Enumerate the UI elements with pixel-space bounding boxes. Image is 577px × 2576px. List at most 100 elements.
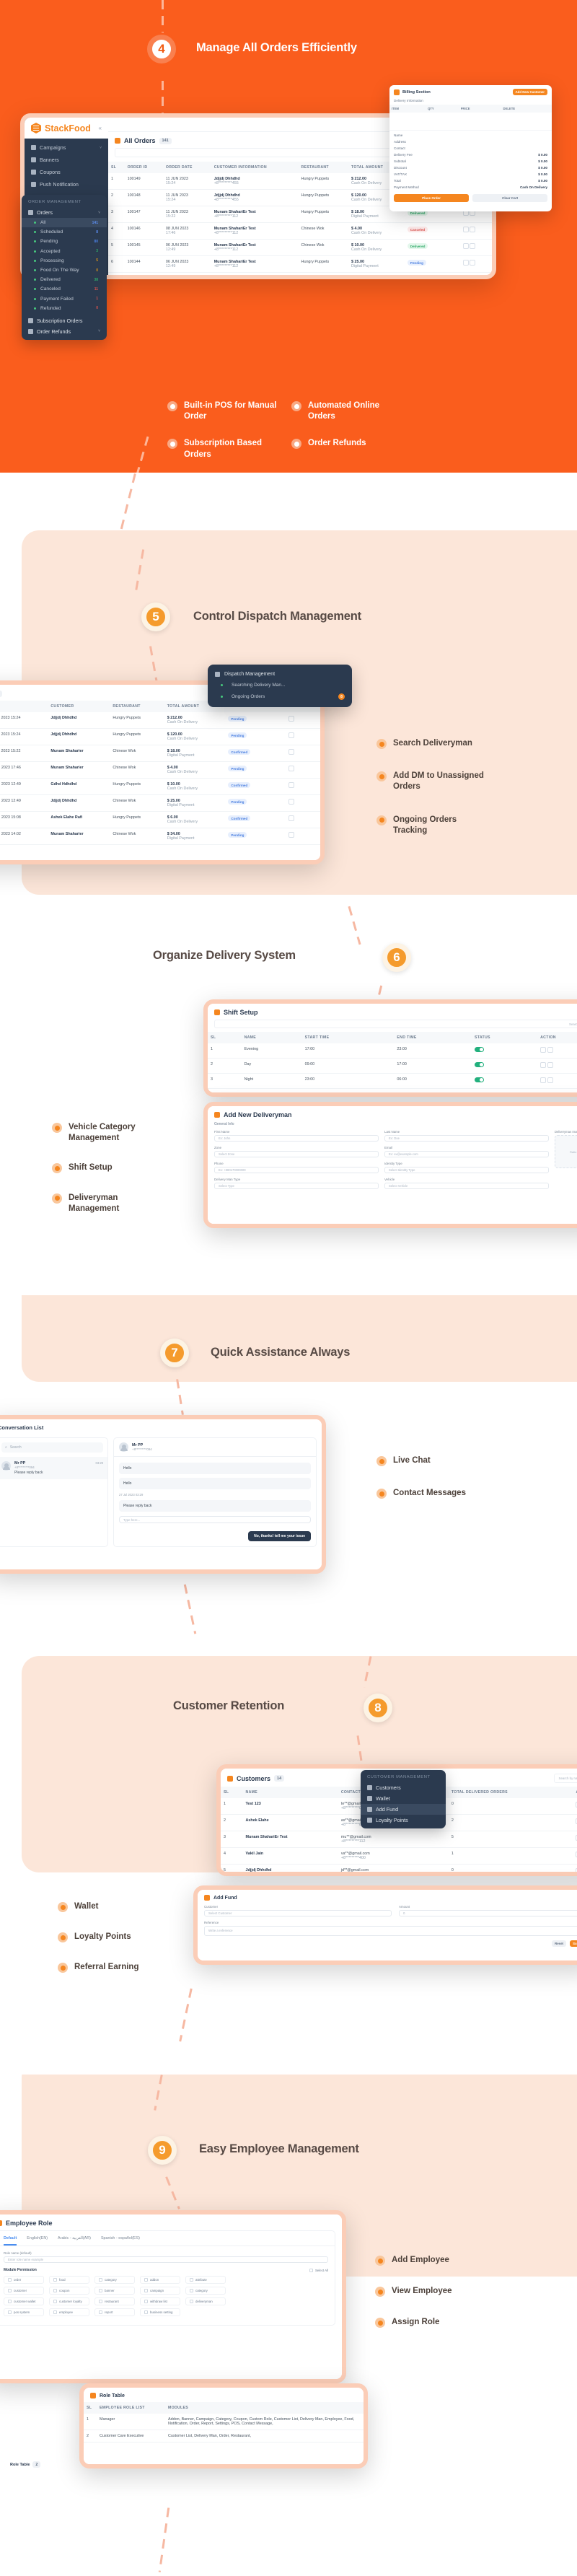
table-row[interactable]: 3 Night 23:00 06:00 bbox=[208, 1073, 577, 1089]
cell-action[interactable] bbox=[459, 222, 492, 240]
permission-report[interactable]: report bbox=[94, 2308, 135, 2316]
fund-reference-input[interactable]: Write a reference bbox=[204, 1926, 577, 1936]
ongoing-orders-item[interactable]: Ongoing Orders 8 bbox=[208, 691, 352, 703]
pos-field-contact[interactable]: Contact bbox=[389, 145, 552, 152]
cell-action[interactable] bbox=[537, 1073, 577, 1089]
cell-action[interactable] bbox=[537, 1058, 577, 1074]
permission-category[interactable]: category bbox=[185, 2287, 226, 2295]
submenu-item-processing[interactable]: Processing 5 bbox=[22, 256, 107, 266]
submenu-item-delivered[interactable]: Delivered 38 bbox=[22, 275, 107, 284]
table-row[interactable]: 210014811 JUN 2023 15:24Jdjjdj DhhdhdHun… bbox=[0, 728, 320, 745]
permission-customer-loyalty[interactable]: customer loyalty bbox=[49, 2297, 89, 2305]
permission-addon[interactable]: addon bbox=[140, 2276, 180, 2284]
table-row[interactable]: 3 Munam ShahariEr Test mu**@gmail.com +8***… bbox=[221, 1831, 577, 1848]
cell-order-id[interactable]: 100146 bbox=[124, 222, 163, 240]
table-row[interactable]: 110014911 JUN 2023 15:24Jdjjdj DhhdhdHun… bbox=[0, 712, 320, 729]
field-input[interactable]: Ex: +880170000000 bbox=[214, 1167, 379, 1173]
col-sl[interactable]: SL bbox=[108, 162, 125, 173]
cell-action[interactable] bbox=[573, 1831, 577, 1848]
col-restaurant[interactable]: RESTAURANT bbox=[110, 701, 164, 712]
pos-field-name[interactable]: Name bbox=[389, 132, 552, 139]
permission-deliveryman[interactable]: deliveryman bbox=[185, 2297, 226, 2305]
table-row[interactable]: 2 Day 09:00 17:00 bbox=[208, 1058, 577, 1074]
cell-action[interactable] bbox=[459, 239, 492, 256]
cell-action[interactable] bbox=[573, 1847, 577, 1865]
submenu-item-accepted[interactable]: Accepted 3 bbox=[22, 247, 107, 256]
chat-search-input[interactable]: Search bbox=[10, 1445, 22, 1450]
deliveryman-image-upload[interactable]: Ratio 1:1 bbox=[555, 1135, 577, 1168]
customer-menu-item-loyalty-points[interactable]: Loyalty Points bbox=[361, 1815, 446, 1826]
tab-arabic[interactable]: Arabic - العربية(AR) bbox=[58, 2236, 91, 2246]
table-row[interactable]: 810014205 JUN 2023 14:02Munam ShaharierC… bbox=[0, 828, 320, 845]
cell-action[interactable] bbox=[285, 745, 320, 762]
payment-method-row[interactable]: Payment Method Cash On Delivery bbox=[389, 184, 552, 190]
field-input[interactable]: Ex: John bbox=[214, 1135, 379, 1142]
searching-delivery-man-item[interactable]: Searching Delivery Man... bbox=[208, 680, 352, 691]
add-customer-button[interactable]: Add New Customer bbox=[512, 89, 547, 95]
cell-order-id[interactable]: 100143 bbox=[124, 272, 163, 275]
table-row[interactable]: 4 100146 08 JUN 2023 17:46 Munam ShahariEr T… bbox=[108, 222, 492, 240]
customer-menu-item-customers[interactable]: Customers bbox=[361, 1782, 446, 1793]
field-input[interactable]: Select Zone bbox=[214, 1151, 379, 1157]
table-row[interactable]: 710014305 JUN 202315:08Gihkkh Igigjv+8**… bbox=[108, 272, 492, 275]
cell-order-id[interactable]: 100144 bbox=[124, 255, 163, 273]
submenu-item-payment-failed[interactable]: Payment Failed 1 bbox=[22, 294, 107, 304]
cell-action[interactable] bbox=[537, 1043, 577, 1059]
chat-input[interactable]: Type here... bbox=[119, 1516, 311, 1523]
dispatch-management-item[interactable]: Dispatch Management bbox=[208, 669, 352, 680]
quick-reply-button[interactable]: No, thanks! tell me your issue bbox=[248, 1531, 311, 1541]
cell-order-id[interactable]: 100148 bbox=[124, 189, 163, 206]
cell-status[interactable] bbox=[472, 1058, 538, 1074]
permission-coupon[interactable]: coupon bbox=[49, 2287, 89, 2295]
sidebar-item-banners[interactable]: Banners bbox=[25, 154, 108, 166]
table-row[interactable]: 2 Customer Care Executive Customer List, D… bbox=[84, 2430, 364, 2443]
submit-button[interactable]: Submit bbox=[570, 1940, 577, 1947]
col-restaurant[interactable]: RESTAURANT bbox=[298, 162, 348, 173]
table-row[interactable]: 1 Evening 17:00 23:00 bbox=[208, 1043, 577, 1059]
cell-action[interactable] bbox=[459, 255, 492, 273]
field-input[interactable]: Ex: Doe bbox=[384, 1135, 549, 1142]
customer-menu-item-wallet[interactable]: Wallet bbox=[361, 1793, 446, 1804]
sidebar-item-push-notification[interactable]: Push Notification bbox=[25, 178, 108, 190]
select-all-checkbox[interactable]: Select All bbox=[309, 2268, 328, 2272]
cell-order-id[interactable]: 100145 bbox=[124, 239, 163, 256]
cell-order-id[interactable]: 100147 bbox=[124, 206, 163, 223]
submenu-item-refunded[interactable]: Refunded 0 bbox=[22, 304, 107, 313]
field-input[interactable]: Select Type bbox=[214, 1183, 379, 1189]
tab-spanish[interactable]: Spanish - español(ES) bbox=[101, 2236, 140, 2246]
permission-employee[interactable]: employee bbox=[49, 2308, 89, 2316]
permission-restaurant[interactable]: restaurant bbox=[94, 2297, 135, 2305]
table-row[interactable]: 4 Vakil Jain va**@gmail.com +8*********400 1 bbox=[221, 1847, 577, 1865]
table-row[interactable]: 610014406 JUN 2023 12:49Jdjjdj DhhdhdChi… bbox=[0, 794, 320, 812]
submenu-order-refunds[interactable]: Order Refunds ˅ bbox=[22, 326, 107, 337]
submenu-item-pending[interactable]: Pending 80 bbox=[22, 237, 107, 246]
table-row[interactable]: 310014711 JUN 2023 15:22Munam ShaharierC… bbox=[0, 745, 320, 762]
cell-action[interactable] bbox=[573, 1864, 577, 1872]
reset-button[interactable]: Reset bbox=[552, 1940, 567, 1947]
permission-customer[interactable]: customer bbox=[4, 2287, 44, 2295]
fund-amount-input[interactable]: 0 bbox=[399, 1910, 577, 1916]
col-date[interactable]: DATE bbox=[0, 701, 48, 712]
permission-order[interactable]: order bbox=[4, 2276, 44, 2284]
cell-action[interactable] bbox=[459, 272, 492, 275]
col-order-id[interactable]: ORDER ID bbox=[124, 162, 163, 173]
permission-withdraw-list[interactable]: withdraw list bbox=[140, 2297, 180, 2305]
pos-field-address[interactable]: Address bbox=[389, 139, 552, 145]
table-row[interactable]: 5 Jdjjdj Dhhdhd jd**@gmail.com +8*********4… bbox=[221, 1864, 577, 1872]
fund-customer-select[interactable]: Select Customer bbox=[204, 1910, 392, 1916]
col-customer[interactable]: CUSTOMER INFORMATION bbox=[211, 162, 299, 173]
cell-action[interactable] bbox=[573, 1798, 577, 1815]
permission-campaign[interactable]: campaign bbox=[140, 2287, 180, 2295]
cell-action[interactable] bbox=[285, 828, 320, 845]
cell-status[interactable] bbox=[472, 1073, 538, 1089]
table-row[interactable]: 6 100144 06 JUN 2023 12:49 Munam ShahariEr T… bbox=[108, 255, 492, 273]
customer-menu-item-add-fund[interactable]: Add Fund bbox=[361, 1804, 446, 1815]
tab-english[interactable]: English(EN) bbox=[27, 2236, 48, 2246]
field-input[interactable]: Ex: ex@example.com bbox=[384, 1151, 549, 1157]
cell-action[interactable] bbox=[285, 778, 320, 795]
role-name-input[interactable]: Enter role name example bbox=[4, 2256, 328, 2263]
cell-action[interactable] bbox=[285, 761, 320, 779]
submenu-item-food-on-the-way[interactable]: Food On The Way 0 bbox=[22, 266, 107, 275]
sidebar-collapse-icon[interactable]: « bbox=[99, 125, 102, 131]
submenu-parent-orders[interactable]: Orders ˅ bbox=[22, 207, 107, 218]
